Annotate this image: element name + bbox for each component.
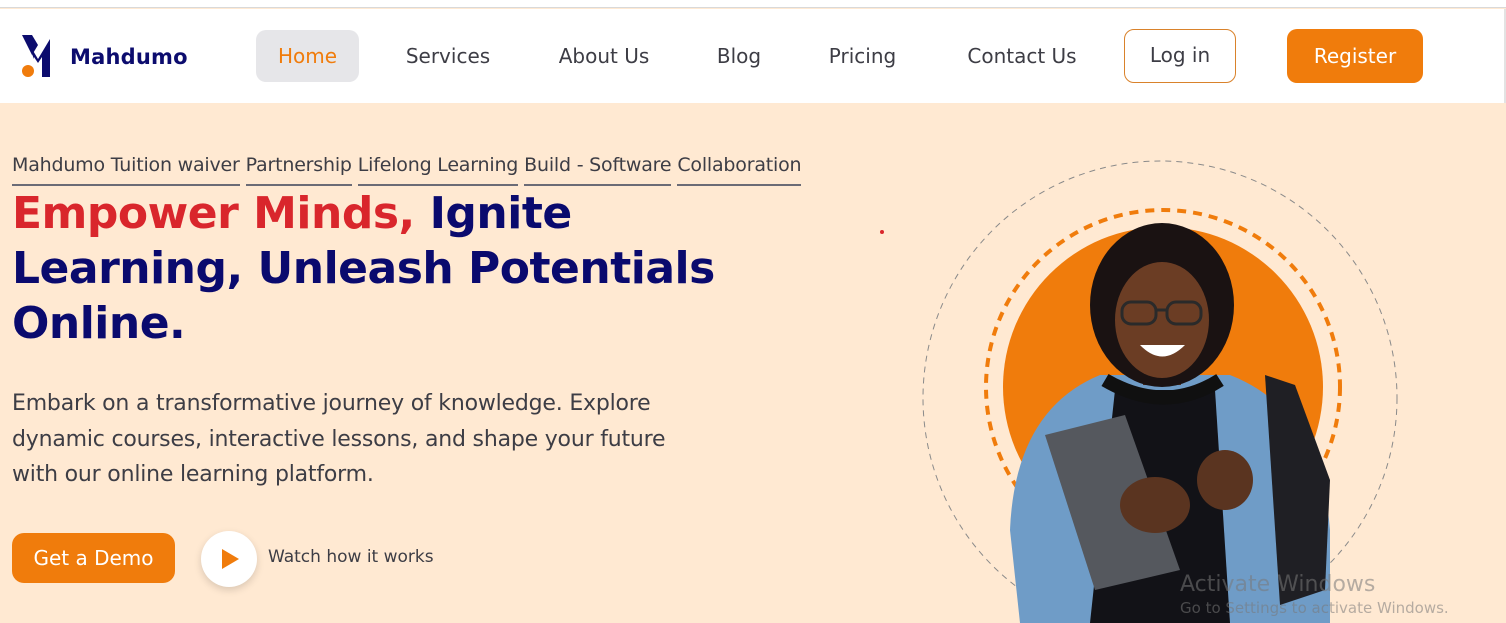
login-button[interactable]: Log in bbox=[1124, 29, 1236, 83]
register-button[interactable]: Register bbox=[1287, 29, 1423, 83]
play-icon bbox=[222, 549, 239, 569]
watch-how-it-works-label[interactable]: Watch how it works bbox=[268, 547, 434, 567]
headline-highlight: Empower Minds, bbox=[12, 188, 415, 239]
watermark-title: Activate Windows bbox=[1180, 572, 1376, 597]
nav-services[interactable]: Services bbox=[392, 30, 504, 82]
windows-activation-watermark: Activate Windows Go to Settings to activ… bbox=[1180, 572, 1449, 617]
nav-pricing[interactable]: Pricing bbox=[816, 30, 909, 82]
brand-logo[interactable]: Mahdumo bbox=[18, 33, 208, 83]
tag-row: Mahdumo Tuition waiver Partnership Lifel… bbox=[12, 154, 802, 186]
get-demo-button[interactable]: Get a Demo bbox=[12, 533, 175, 583]
hero-headline: Empower Minds, Ignite Learning, Unleash … bbox=[12, 186, 732, 351]
watermark-subtitle: Go to Settings to activate Windows. bbox=[1180, 599, 1449, 617]
tag-build-software[interactable]: Build - Software bbox=[524, 154, 672, 186]
tag-partnership[interactable]: Partnership bbox=[245, 154, 352, 186]
play-video-button[interactable] bbox=[201, 531, 257, 587]
tag-tuition-waiver[interactable]: Mahdumo Tuition waiver bbox=[12, 154, 240, 186]
logo-text: Mahdumo bbox=[70, 45, 188, 69]
decorative-dot bbox=[880, 230, 884, 234]
tag-collaboration[interactable]: Collaboration bbox=[677, 154, 802, 186]
logo-mark-icon bbox=[22, 35, 50, 77]
hero-description: Embark on a transformative journey of kn… bbox=[12, 391, 666, 487]
nav-blog[interactable]: Blog bbox=[705, 30, 773, 82]
nav-about-us[interactable]: About Us bbox=[545, 30, 663, 82]
browser-top-edge bbox=[0, 0, 1506, 8]
nav-home[interactable]: Home bbox=[256, 30, 359, 82]
tag-lifelong-learning[interactable]: Lifelong Learning bbox=[357, 154, 518, 186]
navbar: Mahdumo Home Services About Us Blog Pric… bbox=[0, 9, 1506, 103]
hero-student-image bbox=[922, 160, 1398, 623]
nav-contact-us[interactable]: Contact Us bbox=[952, 30, 1092, 82]
